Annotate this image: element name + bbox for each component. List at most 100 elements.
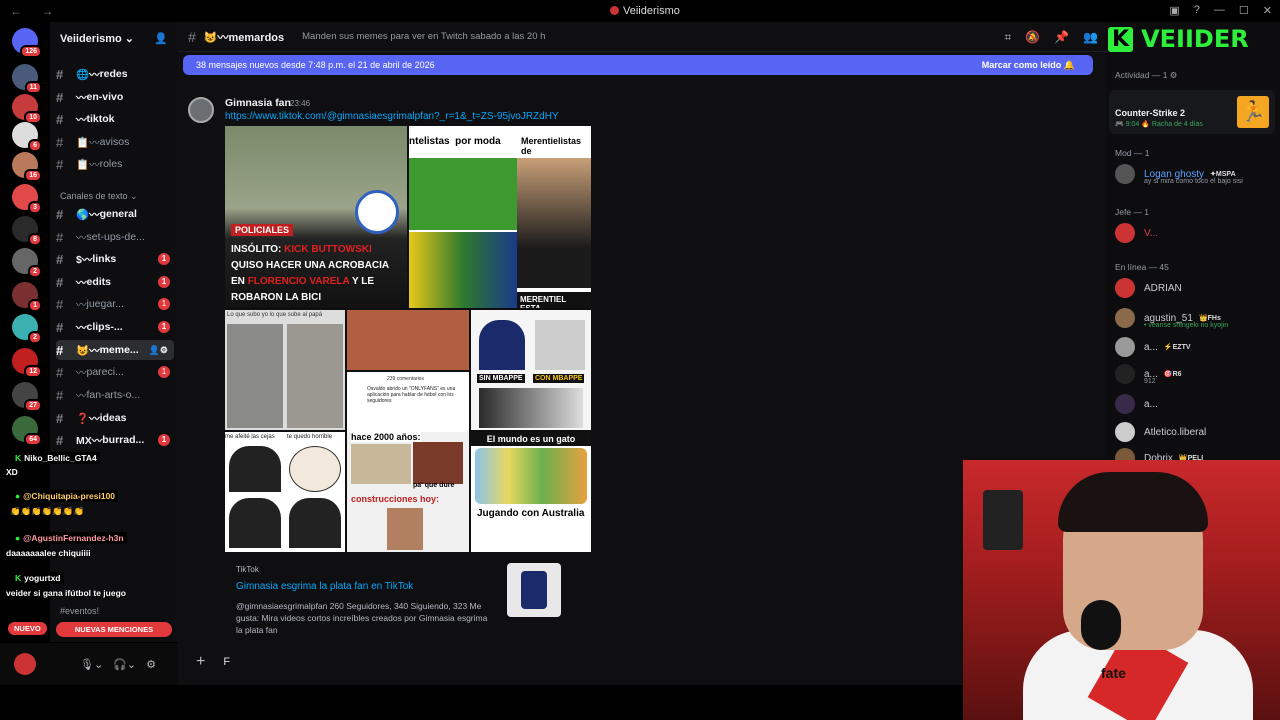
- channel-clips[interactable]: # 〰 clips-... 1: [56, 317, 174, 337]
- embed-title[interactable]: Gimnasia esgrima la plata fan en TikTok: [236, 581, 413, 592]
- player-photo: [479, 388, 583, 428]
- member-item[interactable]: V...: [1115, 223, 1275, 243]
- server-icon[interactable]: 27: [12, 382, 42, 412]
- window-title: Veiiderismo: [610, 5, 680, 17]
- gear-icon[interactable]: ⚙: [146, 658, 156, 671]
- threads-icon[interactable]: ⌗: [1004, 30, 1011, 45]
- headphones-icon[interactable]: 🎧⌄: [113, 658, 136, 671]
- server-icon[interactable]: 11: [12, 64, 42, 94]
- channel-set-ups[interactable]: # 〰 set-ups-de...: [56, 227, 174, 247]
- channel-edits[interactable]: # 〰 edits 1: [56, 272, 174, 292]
- chat-username: ● @AgustinFernandez-h3n: [12, 532, 127, 544]
- nav-arrows[interactable]: ← →: [10, 4, 61, 18]
- channel-burradas[interactable]: # MX〰 burrad... 1: [56, 430, 174, 450]
- game-meta: 🎮 9:04 🔥 Racha de 4 días: [1115, 121, 1203, 128]
- hash-icon: #: [56, 319, 64, 335]
- cartoon-face: [289, 446, 341, 492]
- guild-name[interactable]: Veiiderismo ⌄: [60, 32, 134, 45]
- channel-roles[interactable]: # 📋〰 roles: [56, 154, 174, 174]
- channel-tiktok[interactable]: # 〰 tiktok: [56, 109, 174, 129]
- members-icon[interactable]: 👥: [1083, 30, 1098, 45]
- channel-en-vivo[interactable]: # 〰 en-vivo: [56, 87, 174, 107]
- avatar: [1115, 394, 1135, 414]
- message-link[interactable]: https://www.tiktok.com/@gimnasiaesgrimal…: [225, 111, 559, 122]
- member-item[interactable]: a... ⚡EZTV: [1115, 337, 1275, 357]
- avatar[interactable]: [188, 97, 214, 123]
- meme-image[interactable]: POLICIALES INSÓLITO: KICK BUTTOWSKI QUIS…: [225, 126, 407, 308]
- microphone-icon[interactable]: 🎙⌄: [80, 658, 103, 671]
- meme-image[interactable]: me afeité las cejas te quedo horrible: [225, 432, 345, 552]
- role-header: En línea — 45: [1115, 262, 1169, 272]
- new-mentions-button[interactable]: NUEVAS MENCIONES: [56, 622, 172, 637]
- meme-caption: construcciones hoy:: [351, 494, 440, 504]
- meme-image[interactable]: Lo que subo yo lo que sube al papá: [225, 310, 345, 430]
- settings-icon[interactable]: 👤⚙: [149, 345, 168, 356]
- member-item[interactable]: a... 🎯R6 912: [1115, 364, 1275, 385]
- cartoon-face: [229, 498, 281, 548]
- channel-avisos[interactable]: # 📋〰 avisos: [56, 132, 174, 152]
- activity-card[interactable]: Counter-Strike 2 🎮 9:04 🔥 Racha de 4 día…: [1109, 90, 1275, 134]
- chat-message: daaaaaaalee chiquiiii: [6, 548, 91, 558]
- add-member-icon[interactable]: 👤: [154, 32, 168, 45]
- channel-general[interactable]: # 🌎〰 general: [56, 204, 174, 224]
- server-icon[interactable]: 12: [12, 348, 42, 378]
- channel-memardos[interactable]: # 😺〰 memе... 👤⚙: [56, 340, 174, 360]
- channel-fan-arts[interactable]: # 〰 fan-arts-o...: [56, 385, 174, 405]
- channel-redes[interactable]: # 🌐〰 redes: [56, 64, 174, 84]
- message-composer[interactable]: + F: [183, 647, 1093, 677]
- channel-topic[interactable]: Manden sus memes para ver en Twitch saba…: [302, 31, 545, 42]
- channel-title: 😺〰memardos: [203, 31, 285, 44]
- meme-image[interactable]: 239 comentarios Osvaldo abrido un "ONLYF…: [347, 372, 469, 432]
- member-item[interactable]: Atletico.liberal: [1115, 422, 1275, 442]
- mention-badge: 1: [158, 298, 170, 310]
- avatar[interactable]: [14, 653, 36, 675]
- header-toolbar: ⌗ 🔕 📌 👥: [1004, 30, 1098, 45]
- meme-image[interactable]: ntelistas por moda: [409, 126, 517, 308]
- plus-icon[interactable]: +: [196, 653, 205, 671]
- embed-source: TikTok: [236, 565, 259, 574]
- new-messages-bar[interactable]: 38 mensajes nuevos desde 7:48 p.m. el 21…: [183, 55, 1093, 75]
- server-icon[interactable]: 2: [12, 248, 42, 278]
- server-icon[interactable]: 8: [12, 216, 42, 246]
- server-icon[interactable]: 16: [12, 152, 42, 182]
- mark-read-button[interactable]: Marcar como leído 🔔: [982, 60, 1075, 71]
- category-text-channels[interactable]: Canales de texto ⌄: [60, 191, 138, 202]
- maximize-icon[interactable]: ☐: [1239, 4, 1249, 17]
- embed-thumbnail[interactable]: [507, 563, 561, 617]
- meme-image[interactable]: Merentielistas de MERENTIEL ESTA: [517, 126, 591, 308]
- colosseum-photo: [351, 444, 411, 484]
- channel-links[interactable]: # $〰 links 1: [56, 249, 174, 269]
- mute-icon[interactable]: 🔕: [1025, 30, 1040, 45]
- channel-ideas[interactable]: # ❓〰 ideas: [56, 408, 174, 428]
- video-frame: [227, 324, 283, 428]
- game-title: Counter-Strike 2: [1115, 108, 1186, 118]
- close-icon[interactable]: ✕: [1263, 4, 1272, 17]
- server-icon[interactable]: 2: [12, 314, 42, 344]
- server-icon[interactable]: 10: [12, 94, 42, 124]
- direct-messages-icon[interactable]: 126: [12, 28, 42, 58]
- meme-image[interactable]: [347, 310, 469, 370]
- meme-image[interactable]: SIN MBAPPE CON MBAPPE: [471, 310, 591, 430]
- member-item[interactable]: agustin_51 👑FHs • veanse shingeki no kyoji…: [1115, 308, 1275, 329]
- member-item[interactable]: a...: [1115, 394, 1275, 414]
- channel-juegar[interactable]: # 〰 juegar... 1: [56, 294, 174, 314]
- member-item[interactable]: Logan ghosty ✦MSPA ay si mira como toco …: [1115, 164, 1275, 185]
- pin-icon[interactable]: 📌: [1054, 30, 1069, 45]
- meme-image[interactable]: hace 2000 años: pa' que dure construccio…: [347, 432, 469, 552]
- message-input[interactable]: F: [223, 656, 230, 668]
- minimize-icon[interactable]: —: [1214, 4, 1225, 17]
- help-icon[interactable]: ?: [1194, 4, 1200, 17]
- server-icon[interactable]: 64: [12, 416, 42, 446]
- server-icon[interactable]: 3: [12, 184, 42, 214]
- meme-image[interactable]: El mundo es un gato Jugando con Australi…: [471, 432, 591, 552]
- character-image: [413, 442, 463, 484]
- message-author[interactable]: Gimnasia fan: [225, 97, 291, 109]
- new-badge[interactable]: NUEVO: [8, 622, 47, 635]
- channel-pareci[interactable]: # 〰 pareci... 1: [56, 362, 174, 382]
- avatar: [1115, 223, 1135, 243]
- server-icon[interactable]: 1: [12, 282, 42, 312]
- category-eventos[interactable]: #eventos!: [60, 606, 99, 616]
- inbox-icon[interactable]: ▣: [1169, 4, 1179, 17]
- member-item[interactable]: ADRIAN: [1115, 278, 1275, 298]
- server-icon[interactable]: 6: [12, 122, 42, 152]
